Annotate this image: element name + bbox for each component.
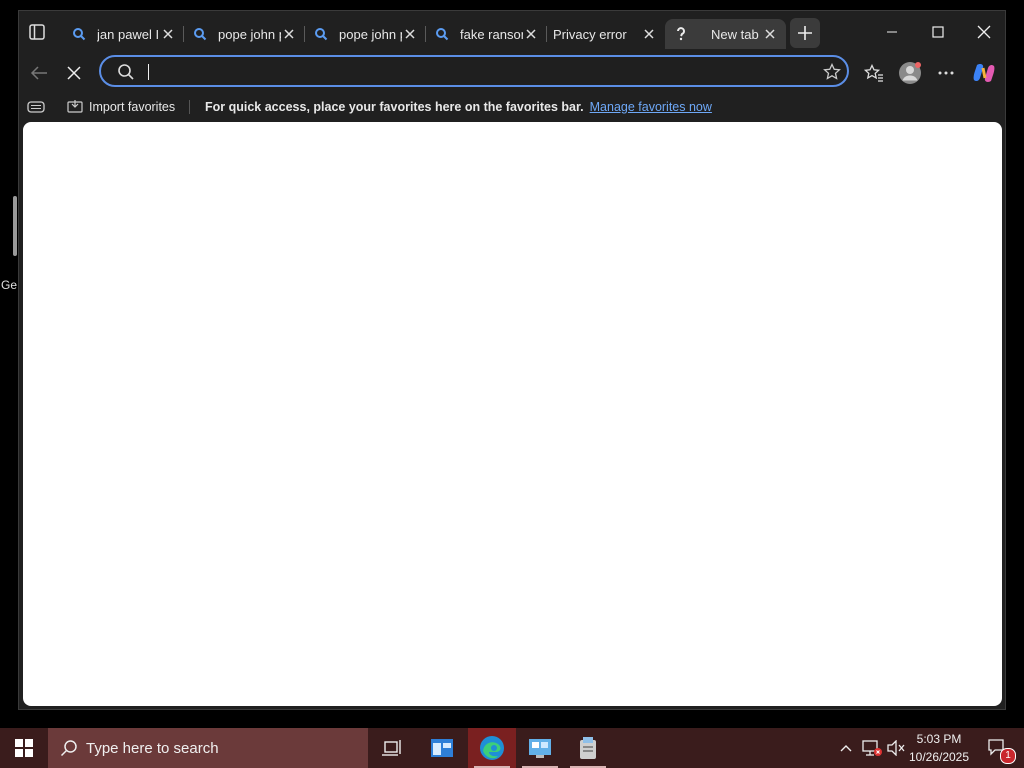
manage-favorites-link[interactable]: Manage favorites now xyxy=(590,100,712,114)
taskbar-search-placeholder: Type here to search xyxy=(86,739,219,757)
tab-title: Privacy error xyxy=(553,26,627,42)
task-view-icon xyxy=(382,740,401,756)
profile-button[interactable] xyxy=(896,59,924,87)
close-icon[interactable] xyxy=(762,26,778,42)
stop-loading-button[interactable] xyxy=(60,59,88,87)
favorites-bar-message: For quick access, place your favorites h… xyxy=(205,97,712,117)
tab-1[interactable]: jan pawel II xyxy=(63,19,184,49)
taskbar-search-box[interactable]: Type here to search xyxy=(48,728,368,768)
close-icon[interactable] xyxy=(281,26,297,42)
favorites-separator xyxy=(189,100,190,114)
tab-title: jan pawel II xyxy=(97,26,160,42)
tab-4[interactable]: fake ranson xyxy=(426,19,547,49)
favorites-message-text: For quick access, place your favorites h… xyxy=(205,100,584,114)
search-icon xyxy=(117,63,135,86)
close-icon[interactable] xyxy=(160,26,176,42)
back-button[interactable] xyxy=(25,59,53,87)
tab-title: pope john p xyxy=(339,26,402,42)
tab-title: fake ranson xyxy=(460,26,523,42)
chevron-up-icon xyxy=(840,745,852,752)
start-button[interactable] xyxy=(0,728,48,768)
more-icon xyxy=(938,71,954,75)
more-options-button[interactable] xyxy=(932,59,960,87)
network-disconnected-icon xyxy=(862,740,882,756)
new-tab-button[interactable] xyxy=(790,18,820,48)
tab-2[interactable]: pope john p xyxy=(184,19,305,49)
close-window-button[interactable] xyxy=(969,21,999,43)
show-hidden-icons-button[interactable] xyxy=(836,728,856,768)
notification-badge: 1 xyxy=(1000,748,1016,764)
tab-6-active[interactable]: New tab xyxy=(665,19,786,49)
page-content[interactable] xyxy=(23,122,1002,706)
clock-date: 10/26/2025 xyxy=(908,750,970,764)
search-icon xyxy=(71,26,87,42)
maximize-button[interactable] xyxy=(923,21,953,43)
browser-window: jan pawel II pope john p pope john p fak… xyxy=(18,10,1006,710)
avatar xyxy=(899,62,921,84)
window-app-icon xyxy=(431,739,453,757)
tab-5[interactable]: Privacy error xyxy=(547,19,665,49)
taskbar-app-file-explorer[interactable] xyxy=(418,728,466,768)
tab-3[interactable]: pope john p xyxy=(305,19,426,49)
desktop-scrollbar[interactable] xyxy=(13,196,17,256)
clock-time: 5:03 PM xyxy=(916,732,962,746)
taskbar: Type here to search 5:03 PM 10/26/2025 1 xyxy=(0,728,1024,768)
taskbar-clock[interactable]: 5:03 PM 10/26/2025 xyxy=(904,730,974,766)
copilot-button[interactable] xyxy=(970,59,998,87)
favorites-button[interactable] xyxy=(860,59,888,87)
address-input[interactable] xyxy=(149,61,753,85)
close-icon[interactable] xyxy=(641,26,657,42)
network-button[interactable] xyxy=(860,728,884,768)
tab-strip: jan pawel II pope john p pope john p fak… xyxy=(19,11,1005,55)
volume-muted-icon xyxy=(887,740,905,756)
edge-icon xyxy=(480,736,504,760)
task-view-button[interactable] xyxy=(368,728,416,768)
taskbar-app-installer[interactable] xyxy=(564,728,612,768)
address-bar[interactable] xyxy=(99,55,849,87)
plus-icon xyxy=(798,26,812,40)
windows-icon xyxy=(15,739,33,757)
search-icon xyxy=(60,739,78,757)
toolbar xyxy=(19,55,1005,91)
installer-icon xyxy=(580,737,596,759)
copilot-icon xyxy=(973,64,995,82)
favorites-bar: Import favorites For quick access, place… xyxy=(19,93,1005,121)
tab-actions-icon[interactable] xyxy=(27,22,51,44)
desktop-icon-label[interactable]: Ge xyxy=(1,278,17,292)
star-icon[interactable] xyxy=(823,62,841,86)
close-icon[interactable] xyxy=(523,26,539,42)
control-panel-icon xyxy=(529,739,551,758)
close-icon[interactable] xyxy=(402,26,418,42)
minimize-button[interactable] xyxy=(877,21,907,43)
action-center-button[interactable]: 1 xyxy=(978,728,1018,768)
search-icon xyxy=(313,26,329,42)
search-icon xyxy=(192,26,208,42)
search-icon xyxy=(434,26,450,42)
favorites-icon xyxy=(864,64,883,82)
tab-title: New tab xyxy=(711,26,759,42)
tab-title: pope john p xyxy=(218,26,281,42)
taskbar-app-control-panel[interactable] xyxy=(516,728,564,768)
import-icon xyxy=(67,99,83,116)
favorites-bar-icon xyxy=(27,97,45,117)
taskbar-app-edge[interactable] xyxy=(468,728,516,768)
loading-icon xyxy=(673,26,689,42)
import-favorites-label: Import favorites xyxy=(89,100,176,114)
import-favorites-button[interactable]: Import favorites xyxy=(67,97,175,117)
